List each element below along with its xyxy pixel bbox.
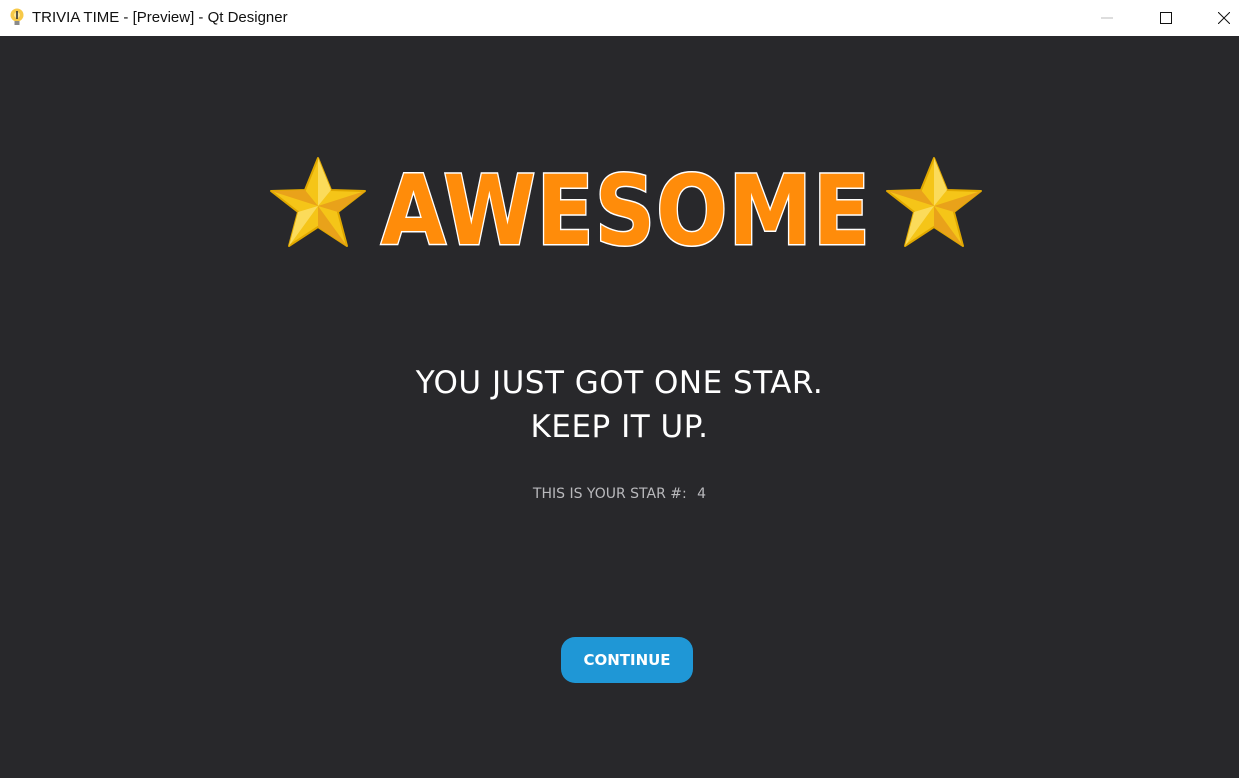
maximize-icon — [1160, 9, 1172, 28]
minimize-icon — [1101, 9, 1113, 28]
minimize-button[interactable] — [1078, 0, 1136, 36]
continue-button[interactable]: CONTINUE — [561, 637, 693, 683]
window-titlebar: TRIVIA TIME - [Preview] - Qt Designer — [0, 0, 1239, 36]
result-message: YOU JUST GOT ONE STAR. KEEP IT UP. — [0, 361, 1239, 449]
awesome-banner: AWESOME — [270, 154, 982, 268]
awesome-text: AWESOME — [381, 155, 871, 267]
main-content: AWESOME YOU JUST GOT ONE STAR. KEEP IT U… — [0, 36, 1239, 778]
message-line-1: YOU JUST GOT ONE STAR. — [415, 365, 824, 401]
lightbulb-icon — [7, 7, 27, 27]
star-count: THIS IS YOUR STAR #: 4 — [0, 486, 1239, 502]
star-count-value: 4 — [697, 486, 707, 502]
star-icon — [270, 157, 366, 247]
close-button[interactable] — [1195, 0, 1239, 36]
message-line-2: KEEP IT UP. — [530, 409, 709, 445]
window-title: TRIVIA TIME - [Preview] - Qt Designer — [32, 9, 288, 26]
maximize-button[interactable] — [1137, 0, 1195, 36]
star-count-label: THIS IS YOUR STAR #: — [532, 486, 687, 502]
star-icon — [886, 157, 982, 247]
close-icon — [1217, 9, 1231, 28]
